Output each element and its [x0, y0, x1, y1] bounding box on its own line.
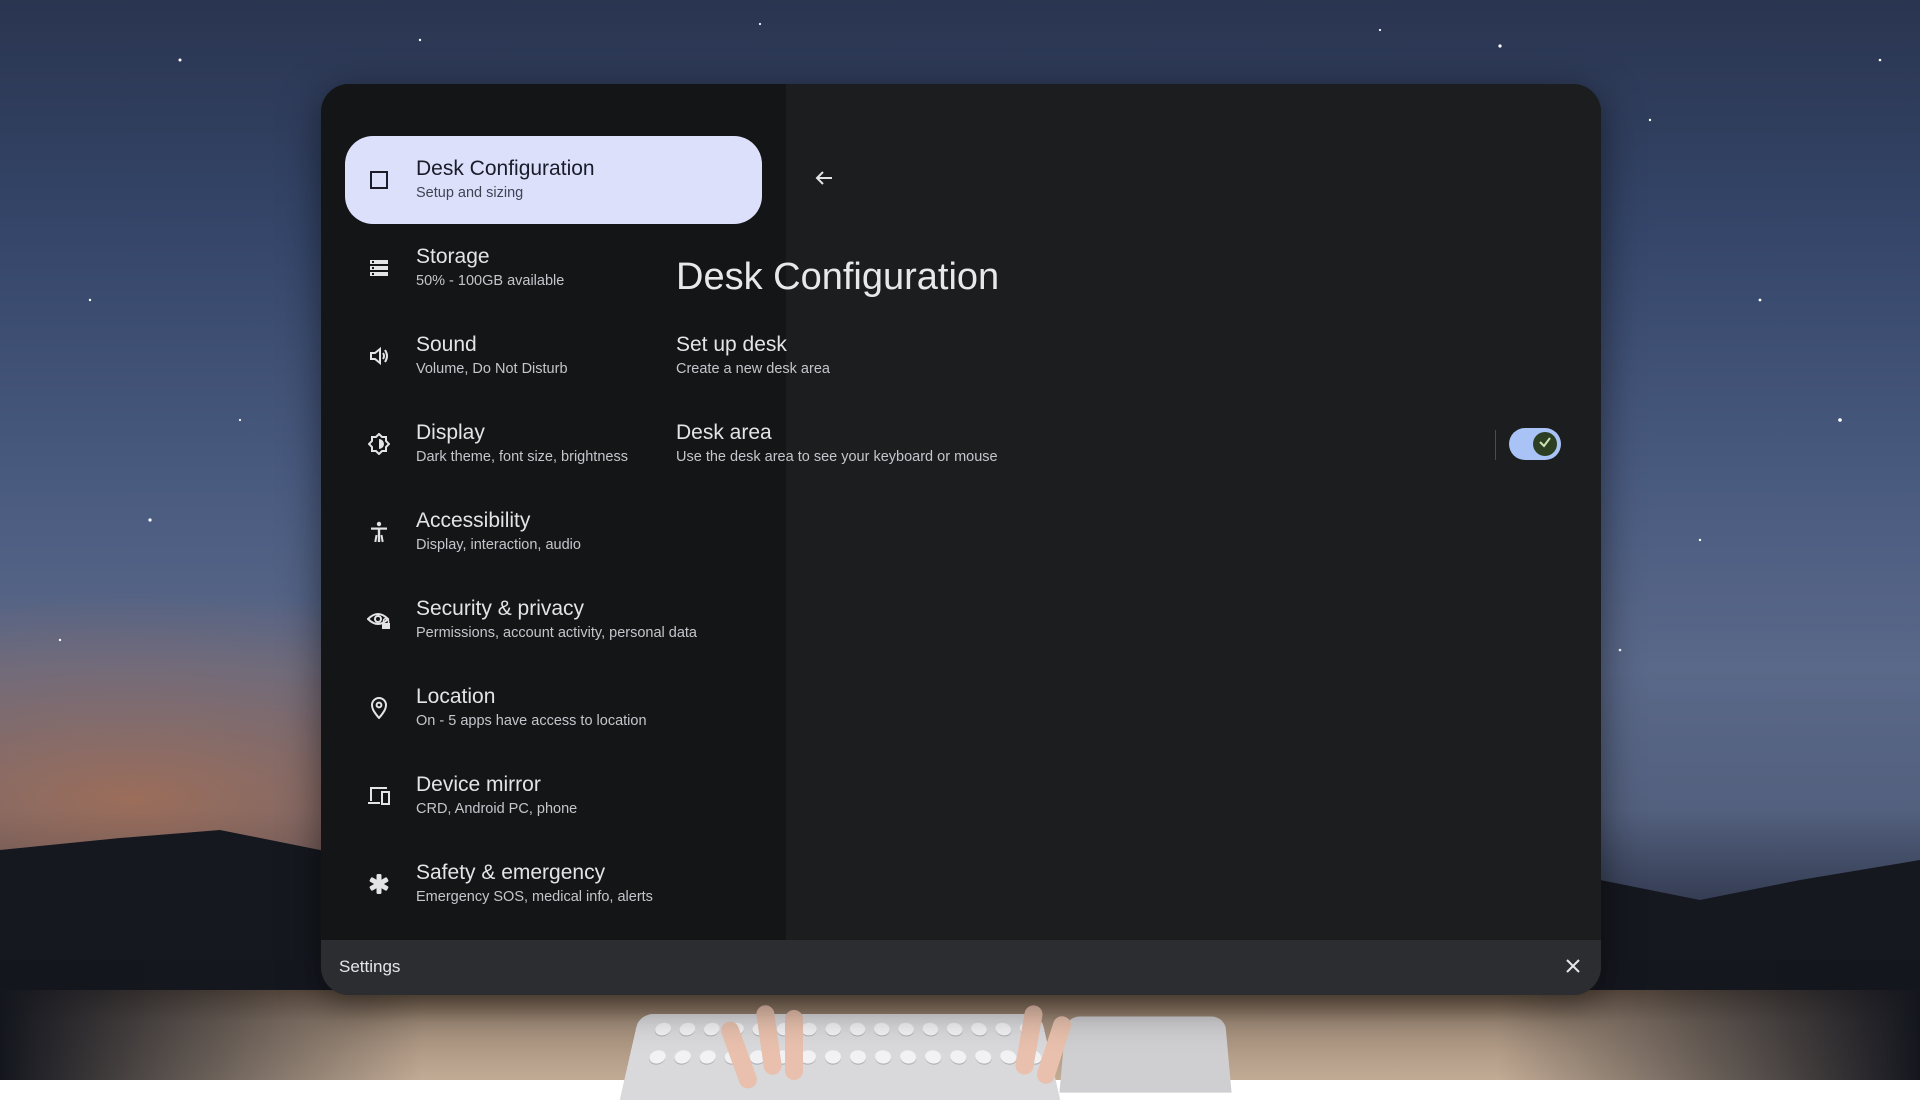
keyboard-passthrough [619, 1014, 1061, 1100]
nav-item-title: Desk Configuration [416, 157, 595, 180]
brightness-icon [367, 432, 391, 456]
page-title: Desk Configuration [676, 256, 1000, 298]
set-up-desk-row[interactable]: Set up desk Create a new desk area [676, 332, 1456, 380]
nav-item-title: Display [416, 421, 485, 444]
window-title: Settings [339, 957, 401, 976]
nav-item-subtitle: On - 5 apps have access to location [416, 713, 647, 729]
nav-item-security-privacy[interactable]: Security & privacy Permissions, account … [345, 576, 762, 664]
asterisk-icon [367, 872, 391, 896]
nav-item-title: Security & privacy [416, 597, 585, 620]
desk-area-row[interactable]: Desk area Use the desk area to see your … [676, 420, 1456, 468]
row-title: Set up desk [676, 333, 787, 356]
nav-item-subtitle: 50% - 100GB available [416, 273, 565, 289]
nav-item-title: Safety & emergency [416, 861, 606, 884]
hand-left-finger-2 [785, 1010, 803, 1080]
trackpad-passthrough [1059, 1016, 1232, 1093]
desk-area-toggle[interactable] [1509, 428, 1561, 460]
navigation-pane: Desk Configuration Setup and sizing Stor… [321, 84, 786, 940]
location-pin-icon [367, 696, 391, 720]
nav-item-title: Device mirror [416, 773, 541, 796]
back-button[interactable] [804, 160, 844, 200]
nav-item-device-mirror[interactable]: Device mirror CRD, Android PC, phone [345, 752, 762, 840]
storage-icon [367, 256, 391, 280]
devices-icon [367, 784, 391, 808]
row-title: Desk area [676, 421, 772, 444]
nav-item-title: Accessibility [416, 509, 531, 532]
settings-nav-list: Desk Configuration Setup and sizing Stor… [345, 136, 762, 928]
nav-item-subtitle: Dark theme, font size, brightness [416, 449, 628, 465]
nav-item-accessibility[interactable]: Accessibility Display, interaction, audi… [345, 488, 762, 576]
detail-pane [786, 84, 1601, 940]
nav-item-title: Sound [416, 333, 477, 356]
arrow-left-icon [814, 168, 834, 193]
row-subtitle: Create a new desk area [676, 361, 830, 377]
nav-item-title: Storage [416, 245, 490, 268]
nav-item-safety-emergency[interactable]: Safety & emergency Emergency SOS, medica… [345, 840, 762, 928]
nav-item-title: Location [416, 685, 496, 708]
nav-item-desk-configuration[interactable]: Desk Configuration Setup and sizing [345, 136, 762, 224]
nav-item-subtitle: Volume, Do Not Disturb [416, 361, 568, 377]
nav-item-subtitle: Setup and sizing [416, 185, 524, 201]
check-icon [1538, 435, 1552, 454]
eye-lock-icon [367, 608, 391, 632]
close-icon [1565, 958, 1581, 979]
toggle-knob [1533, 432, 1557, 456]
row-subtitle: Use the desk area to see your keyboard o… [676, 449, 998, 465]
nav-item-subtitle: Permissions, account activity, personal … [416, 625, 698, 641]
close-button[interactable] [1555, 950, 1591, 986]
nav-item-subtitle: Display, interaction, audio [416, 537, 581, 553]
nav-item-location[interactable]: Location On - 5 apps have access to loca… [345, 664, 762, 752]
settings-window: Desk Configuration Setup and sizing Stor… [321, 84, 1601, 995]
square-outline-icon [367, 168, 391, 192]
window-titlebar: Settings [321, 940, 1601, 995]
nav-item-subtitle: CRD, Android PC, phone [416, 801, 578, 817]
accessibility-icon [367, 520, 391, 544]
nav-item-subtitle: Emergency SOS, medical info, alerts [416, 889, 653, 905]
row-divider [1495, 430, 1496, 460]
speaker-icon [367, 344, 391, 368]
